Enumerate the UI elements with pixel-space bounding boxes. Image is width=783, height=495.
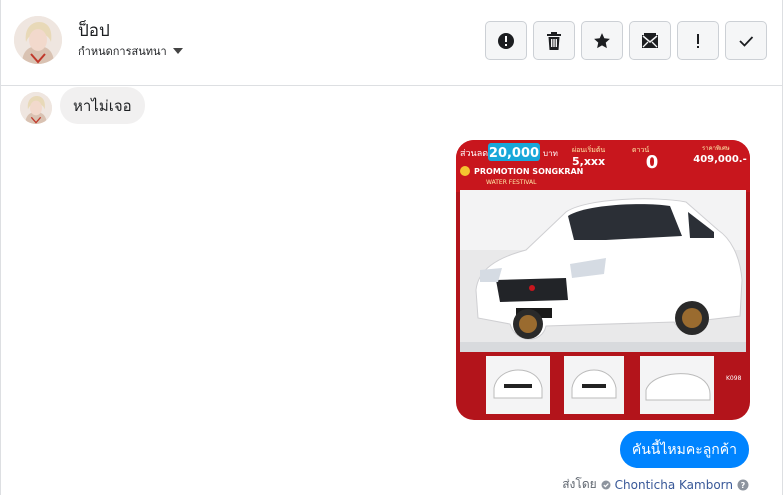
mark-unread-button[interactable] — [629, 21, 671, 60]
check-circle-icon — [601, 480, 611, 489]
price-label: ราคาพิเศษ — [702, 145, 730, 152]
down-value: 0 — [646, 152, 659, 173]
sender-avatar[interactable] — [20, 92, 52, 124]
envelope-icon — [642, 32, 658, 48]
incoming-message[interactable]: หาไม่เจอ — [60, 87, 145, 124]
promo-title: PROMOTION SONGKRAN — [474, 167, 583, 176]
discount-label: ส่วนลด — [460, 149, 488, 159]
check-icon — [739, 35, 754, 47]
sent-by-line: ส่งโดย Chonticha Kamborn ? — [562, 475, 749, 494]
caret-down-icon — [172, 48, 183, 54]
car-promo-image: ส่วนลด 20,000 บาท ผ่อนเริ่มต้น 5,xxx ดาว… — [456, 140, 750, 420]
outgoing-message[interactable]: คันนี้ไหมคะลูกค้า — [619, 431, 749, 468]
conversation-settings-dropdown[interactable]: กำหนดการสนทนา — [78, 42, 183, 60]
star-icon — [594, 32, 610, 48]
star-button[interactable] — [581, 21, 623, 60]
monthly-label: ผ่อนเริ่มต้น — [572, 145, 605, 154]
exclamation-icon — [697, 33, 699, 48]
trash-icon — [547, 31, 561, 50]
report-spam-button[interactable] — [485, 21, 527, 60]
svg-text:?: ? — [741, 481, 746, 490]
model-code: K098 — [726, 375, 742, 382]
sent-by-label: ส่งโดย — [562, 477, 597, 491]
conversation-settings-label: กำหนดการสนทนา — [78, 45, 167, 58]
follow-up-button[interactable] — [677, 21, 719, 60]
delete-button[interactable] — [533, 21, 575, 60]
conversation-header: ป็อป กำหนดการสนทนา — [1, 0, 783, 86]
price-value: 409,000.- — [693, 154, 747, 165]
discount-amount: 20,000 — [489, 146, 539, 161]
conversation-toolbar — [485, 21, 767, 60]
contact-avatar[interactable] — [14, 16, 62, 64]
contact-name[interactable]: ป็อป — [78, 17, 110, 44]
discount-unit: บาท — [543, 149, 558, 158]
help-icon[interactable]: ? — [737, 479, 749, 491]
alert-circle-icon — [498, 32, 514, 49]
mark-done-button[interactable] — [725, 21, 767, 60]
promo-subtitle: WATER FESTIVAL — [486, 179, 537, 186]
conversation-panel: ป็อป กำหนดการสนทนา หาไม่เจอ ส่วนลด 20,00… — [0, 0, 783, 495]
outgoing-image-message[interactable]: ส่วนลด 20,000 บาท ผ่อนเริ่มต้น 5,xxx ดาว… — [456, 140, 750, 420]
agent-name[interactable]: Chonticha Kamborn — [615, 478, 733, 492]
